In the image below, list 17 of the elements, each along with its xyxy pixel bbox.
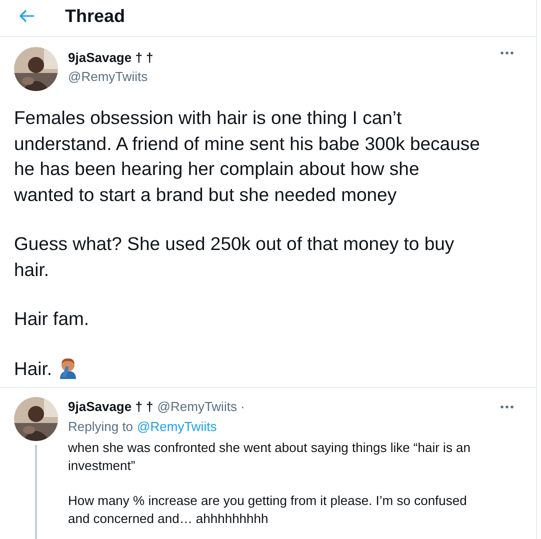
mention-link[interactable]: @RemyTwiits (137, 417, 217, 437)
more-icon[interactable] (500, 51, 514, 55)
more-icon[interactable] (500, 405, 514, 409)
user-handle[interactable]: @RemyTwiits · (157, 397, 245, 417)
page-title: Thread (65, 4, 126, 28)
tweet-text: Hair fam. (14, 307, 90, 331)
user-name[interactable]: 9jaSavage † † (68, 397, 154, 417)
reply-text: when she was confronted she went about saying things like “hair is an investment” (68, 439, 472, 475)
tweet-text: Guess what? She used 250k out of that money to buy hair. (14, 232, 456, 282)
user-handle[interactable]: @RemyTwiits (68, 68, 154, 86)
replying-label: Replying to (68, 418, 134, 436)
tweet-text: Females obsession with hair is one thing I can’t understand. A friend of mine sent his babe 300k because he has been hearing her complain about how she wanted to start a brand but she needed money (14, 106, 481, 207)
reply-text: How many % increase are you getting from it please. I’m so confused and concerned and… ahhhhhhhhh (68, 492, 468, 528)
back-icon[interactable] (19, 9, 35, 23)
tweet-text: Hair. (14, 356, 52, 380)
person-icon (58, 357, 78, 380)
user-name[interactable]: 9jaSavage † † (68, 48, 154, 68)
